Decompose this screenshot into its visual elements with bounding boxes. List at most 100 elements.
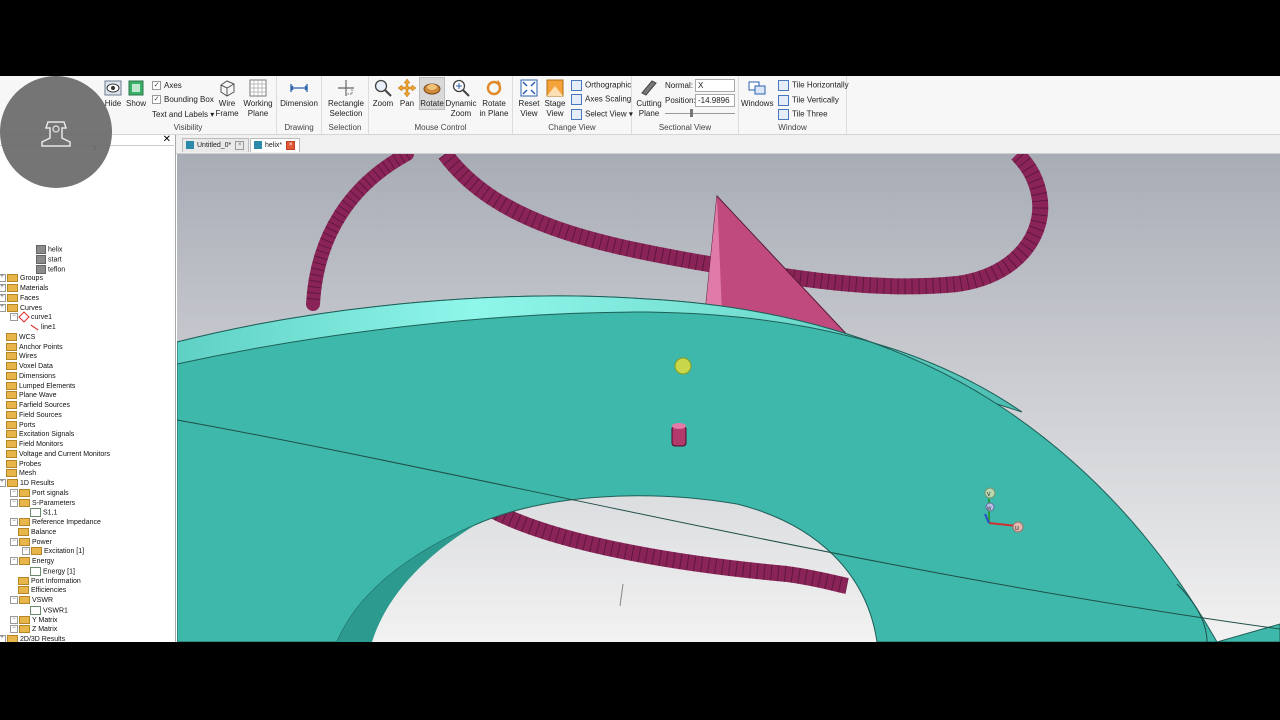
- tree-item[interactable]: − Reference Impedance: [10, 518, 101, 528]
- tab-untitled-close-icon[interactable]: ×: [235, 140, 245, 150]
- tree-item[interactable]: Excitation Signals: [6, 430, 74, 440]
- tree-item[interactable]: Anchor Points: [6, 342, 63, 353]
- tree-item[interactable]: + Faces: [0, 293, 39, 304]
- axes-scaling-toggle[interactable]: Axes Scaling: [571, 94, 631, 105]
- rotate-button[interactable]: Rotate: [419, 77, 445, 110]
- tree-item[interactable]: Port Information: [18, 576, 81, 587]
- tree-item[interactable]: − Port signals: [10, 488, 69, 499]
- tree-item[interactable]: Mesh: [6, 469, 36, 479]
- folder-icon: [6, 352, 17, 361]
- axis-w-label: w: [986, 506, 992, 512]
- tree-item[interactable]: Ports: [6, 420, 35, 431]
- tree-item[interactable]: +2D/3D Results: [0, 635, 65, 642]
- tree-expand-icon[interactable]: +: [0, 284, 6, 293]
- tree-item[interactable]: Plane Wave: [6, 391, 56, 401]
- tree-item[interactable]: Probes: [6, 459, 41, 470]
- tree-item[interactable]: − Energy: [10, 557, 54, 567]
- reset-view-button[interactable]: Reset View: [516, 78, 542, 119]
- position-slider-thumb[interactable]: [690, 109, 693, 117]
- tree-item[interactable]: start: [36, 254, 62, 265]
- tree-expand-icon[interactable]: −: [10, 488, 18, 497]
- tree-item[interactable]: teflon: [36, 264, 65, 275]
- tree-item[interactable]: WCS: [6, 332, 36, 343]
- tree-item[interactable]: Field Sources: [6, 410, 62, 421]
- wire-frame-button[interactable]: Wire Frame: [214, 78, 240, 119]
- tree-expand-icon[interactable]: −: [10, 596, 18, 605]
- tree-item[interactable]: − VSWR: [10, 596, 53, 606]
- folder-icon: [6, 342, 17, 351]
- tree-item[interactable]: Lumped Elements: [6, 381, 75, 392]
- tree-expand-icon[interactable]: −: [22, 547, 30, 556]
- tab-untitled[interactable]: Untitled_0* ×: [182, 138, 250, 152]
- tree-item[interactable]: line1: [30, 323, 56, 333]
- stage-view-button[interactable]: Stage View: [543, 78, 567, 119]
- tree-expand-icon[interactable]: −: [10, 625, 18, 634]
- tree-expand-icon[interactable]: +: [0, 274, 6, 283]
- rotate-in-plane-button[interactable]: Rotate in Plane: [478, 78, 510, 119]
- tree-expand-icon[interactable]: −: [10, 518, 18, 527]
- text-and-labels-dropdown[interactable]: Text and Labels ▾: [152, 110, 214, 119]
- tree-item[interactable]: + Materials: [0, 284, 48, 294]
- 3d-scene[interactable]: v u w: [177, 154, 1280, 642]
- normal-select[interactable]: X: [695, 79, 735, 92]
- tree-item[interactable]: Voxel Data: [6, 362, 53, 372]
- tree-item[interactable]: Field Monitors: [6, 440, 63, 450]
- tree-item[interactable]: VSWR1: [30, 605, 68, 616]
- tree-item[interactable]: − S-Parameters: [10, 498, 75, 509]
- tile-three-button[interactable]: Tile Three: [778, 109, 828, 120]
- tree-item[interactable]: Energy [1]: [30, 566, 75, 577]
- tree-item[interactable]: Balance: [18, 527, 56, 538]
- tree-item[interactable]: Dimensions: [6, 371, 56, 382]
- axes-checkbox[interactable]: ✓ Axes: [152, 81, 182, 91]
- tree-expand-icon[interactable]: +: [0, 303, 6, 312]
- tree-item[interactable]: S1,1: [30, 508, 57, 518]
- tree-item[interactable]: helix: [36, 245, 62, 255]
- position-slider[interactable]: [665, 113, 735, 114]
- windows-button[interactable]: Windows: [741, 78, 773, 109]
- tree-item[interactable]: Wires: [6, 352, 37, 362]
- tree-expand-icon[interactable]: −: [10, 498, 18, 507]
- cutting-plane-button[interactable]: Cutting Plane: [634, 78, 664, 119]
- dimension-button[interactable]: Dimension: [280, 78, 318, 109]
- folder-icon: [6, 440, 17, 449]
- tree-expand-icon[interactable]: −: [10, 557, 18, 566]
- tab-helix-close-icon[interactable]: ×: [286, 140, 296, 150]
- tree-item[interactable]: +1D Results: [0, 479, 54, 489]
- tree-item[interactable]: Efficiencies: [18, 586, 66, 596]
- tree-item[interactable]: + Groups: [0, 274, 43, 284]
- tree-item-label: WCS: [19, 333, 36, 341]
- tree-item[interactable]: Voltage and Current Monitors: [6, 449, 110, 460]
- rectangle-selection-button[interactable]: Rectangle Selection: [324, 78, 368, 119]
- zoom-button[interactable]: Zoom: [372, 78, 394, 109]
- tree-item[interactable]: + Curves: [0, 303, 42, 314]
- tree-expand-icon[interactable]: −: [10, 537, 18, 546]
- bounding-box-checkbox[interactable]: ✓ Bounding Box: [152, 95, 214, 105]
- tree-item[interactable]: − Power: [10, 537, 52, 548]
- orthographic-toggle[interactable]: Orthographic: [571, 80, 631, 91]
- folder-icon: [7, 635, 18, 642]
- tree-expand-icon[interactable]: +: [0, 635, 6, 642]
- tile-horizontally-button[interactable]: Tile Horizontally: [778, 80, 849, 91]
- tree-expand-icon[interactable]: −: [10, 615, 18, 624]
- pan-button[interactable]: Pan: [396, 78, 418, 109]
- 3d-viewport[interactable]: v u w: [177, 154, 1280, 642]
- position-input[interactable]: -14.9896: [695, 94, 735, 107]
- select-view-dropdown[interactable]: Select View ▾: [571, 109, 633, 120]
- tree-item[interactable]: − curve1: [10, 311, 52, 324]
- tree-close-icon[interactable]: ✕: [163, 135, 171, 145]
- dynamic-zoom-button[interactable]: Dynamic Zoom: [445, 78, 477, 119]
- tree-item[interactable]: − Z Matrix: [10, 625, 57, 635]
- tree-item[interactable]: − Excitation [1]: [22, 547, 84, 557]
- show-button[interactable]: Show: [125, 78, 147, 109]
- working-plane-button[interactable]: Working Plane: [242, 78, 274, 119]
- tree-item-label: Port signals: [32, 489, 69, 497]
- tile-vertically-button[interactable]: Tile Vertically: [778, 95, 839, 106]
- tree-expand-icon[interactable]: −: [10, 313, 18, 322]
- probe-marker[interactable]: [674, 357, 692, 375]
- tree-expand-icon[interactable]: +: [0, 479, 6, 488]
- tree-item[interactable]: − Y Matrix: [10, 615, 58, 626]
- tree-expand-icon[interactable]: +: [0, 293, 6, 302]
- mouse-control-group-label: Mouse Control: [414, 123, 467, 132]
- tab-helix[interactable]: helix* ×: [250, 138, 301, 152]
- tree-item[interactable]: Farfield Sources: [6, 401, 70, 411]
